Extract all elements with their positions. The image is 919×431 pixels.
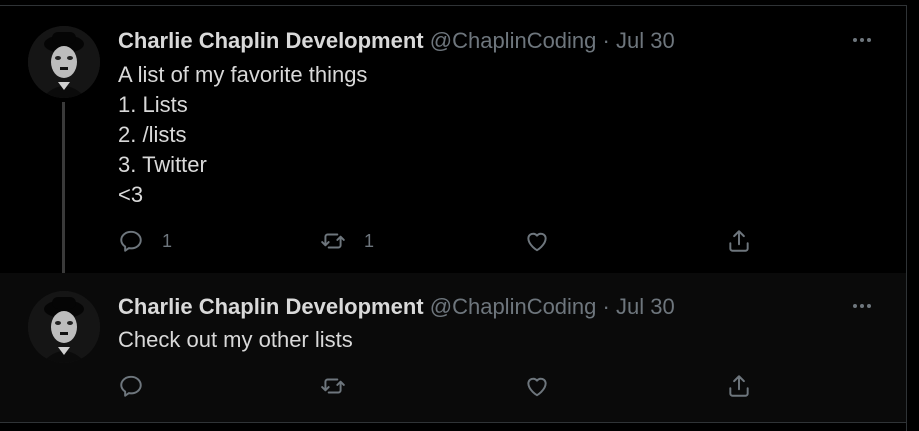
tweet[interactable]: Charlie Chaplin Development @ChaplinCodi… bbox=[0, 273, 906, 423]
heart-icon bbox=[527, 377, 547, 397]
share-button[interactable] bbox=[726, 371, 752, 401]
separator: · bbox=[602, 28, 610, 53]
retweet-count: 1 bbox=[364, 230, 375, 251]
tweet-text-line: 3. Twitter bbox=[118, 152, 207, 177]
tweet-actions bbox=[118, 371, 768, 401]
tweet-actions: 1 1 bbox=[118, 226, 768, 256]
more-icon[interactable] bbox=[848, 26, 876, 54]
retweet-icon bbox=[321, 233, 345, 249]
reply-icon bbox=[120, 230, 142, 252]
author-name[interactable]: Charlie Chaplin Development bbox=[118, 294, 424, 319]
share-button[interactable] bbox=[726, 226, 752, 256]
tweet-text-line: <3 bbox=[118, 182, 144, 207]
avatar-image bbox=[28, 291, 100, 363]
avatar[interactable] bbox=[28, 26, 100, 98]
tweet-text-line: Check out my other lists bbox=[118, 327, 353, 352]
tweet-header: Charlie Chaplin Development @ChaplinCodi… bbox=[118, 293, 675, 321]
timeline: Charlie Chaplin Development @ChaplinCodi… bbox=[0, 0, 919, 431]
retweet-button[interactable]: 1 bbox=[320, 226, 374, 256]
tweet-text: Check out my other lists bbox=[118, 325, 353, 355]
tweet-date[interactable]: Jul 30 bbox=[616, 294, 675, 319]
reply-button[interactable]: 1 bbox=[118, 226, 172, 256]
divider bbox=[0, 422, 906, 423]
thread-connector bbox=[62, 102, 65, 292]
separator: · bbox=[602, 294, 610, 319]
tweet-text-line: 2. /lists bbox=[118, 122, 187, 147]
reply-count: 1 bbox=[162, 230, 173, 251]
heart-icon bbox=[527, 232, 547, 252]
avatar[interactable] bbox=[28, 291, 100, 363]
retweet-icon bbox=[321, 378, 345, 394]
tweet[interactable]: Charlie Chaplin Development @ChaplinCodi… bbox=[0, 6, 906, 292]
tweet-date[interactable]: Jul 30 bbox=[616, 28, 675, 53]
retweet-button[interactable] bbox=[320, 371, 364, 401]
author-name[interactable]: Charlie Chaplin Development bbox=[118, 28, 424, 53]
tweet-text-line: A list of my favorite things bbox=[118, 62, 368, 87]
share-icon bbox=[729, 375, 749, 397]
like-button[interactable] bbox=[524, 371, 568, 401]
author-handle[interactable]: @ChaplinCoding bbox=[430, 294, 597, 319]
more-icon[interactable] bbox=[848, 292, 876, 320]
like-button[interactable] bbox=[524, 226, 568, 256]
reply-button[interactable] bbox=[118, 371, 162, 401]
reply-icon bbox=[120, 375, 142, 397]
tweet-text-line: 1. Lists bbox=[118, 92, 188, 117]
avatar-image bbox=[28, 26, 100, 98]
tweet-text: A list of my favorite things 1. Lists 2.… bbox=[118, 60, 367, 210]
author-handle[interactable]: @ChaplinCoding bbox=[430, 28, 597, 53]
tweet-header: Charlie Chaplin Development @ChaplinCodi… bbox=[118, 27, 675, 55]
share-icon bbox=[729, 230, 749, 252]
divider bbox=[906, 5, 907, 431]
